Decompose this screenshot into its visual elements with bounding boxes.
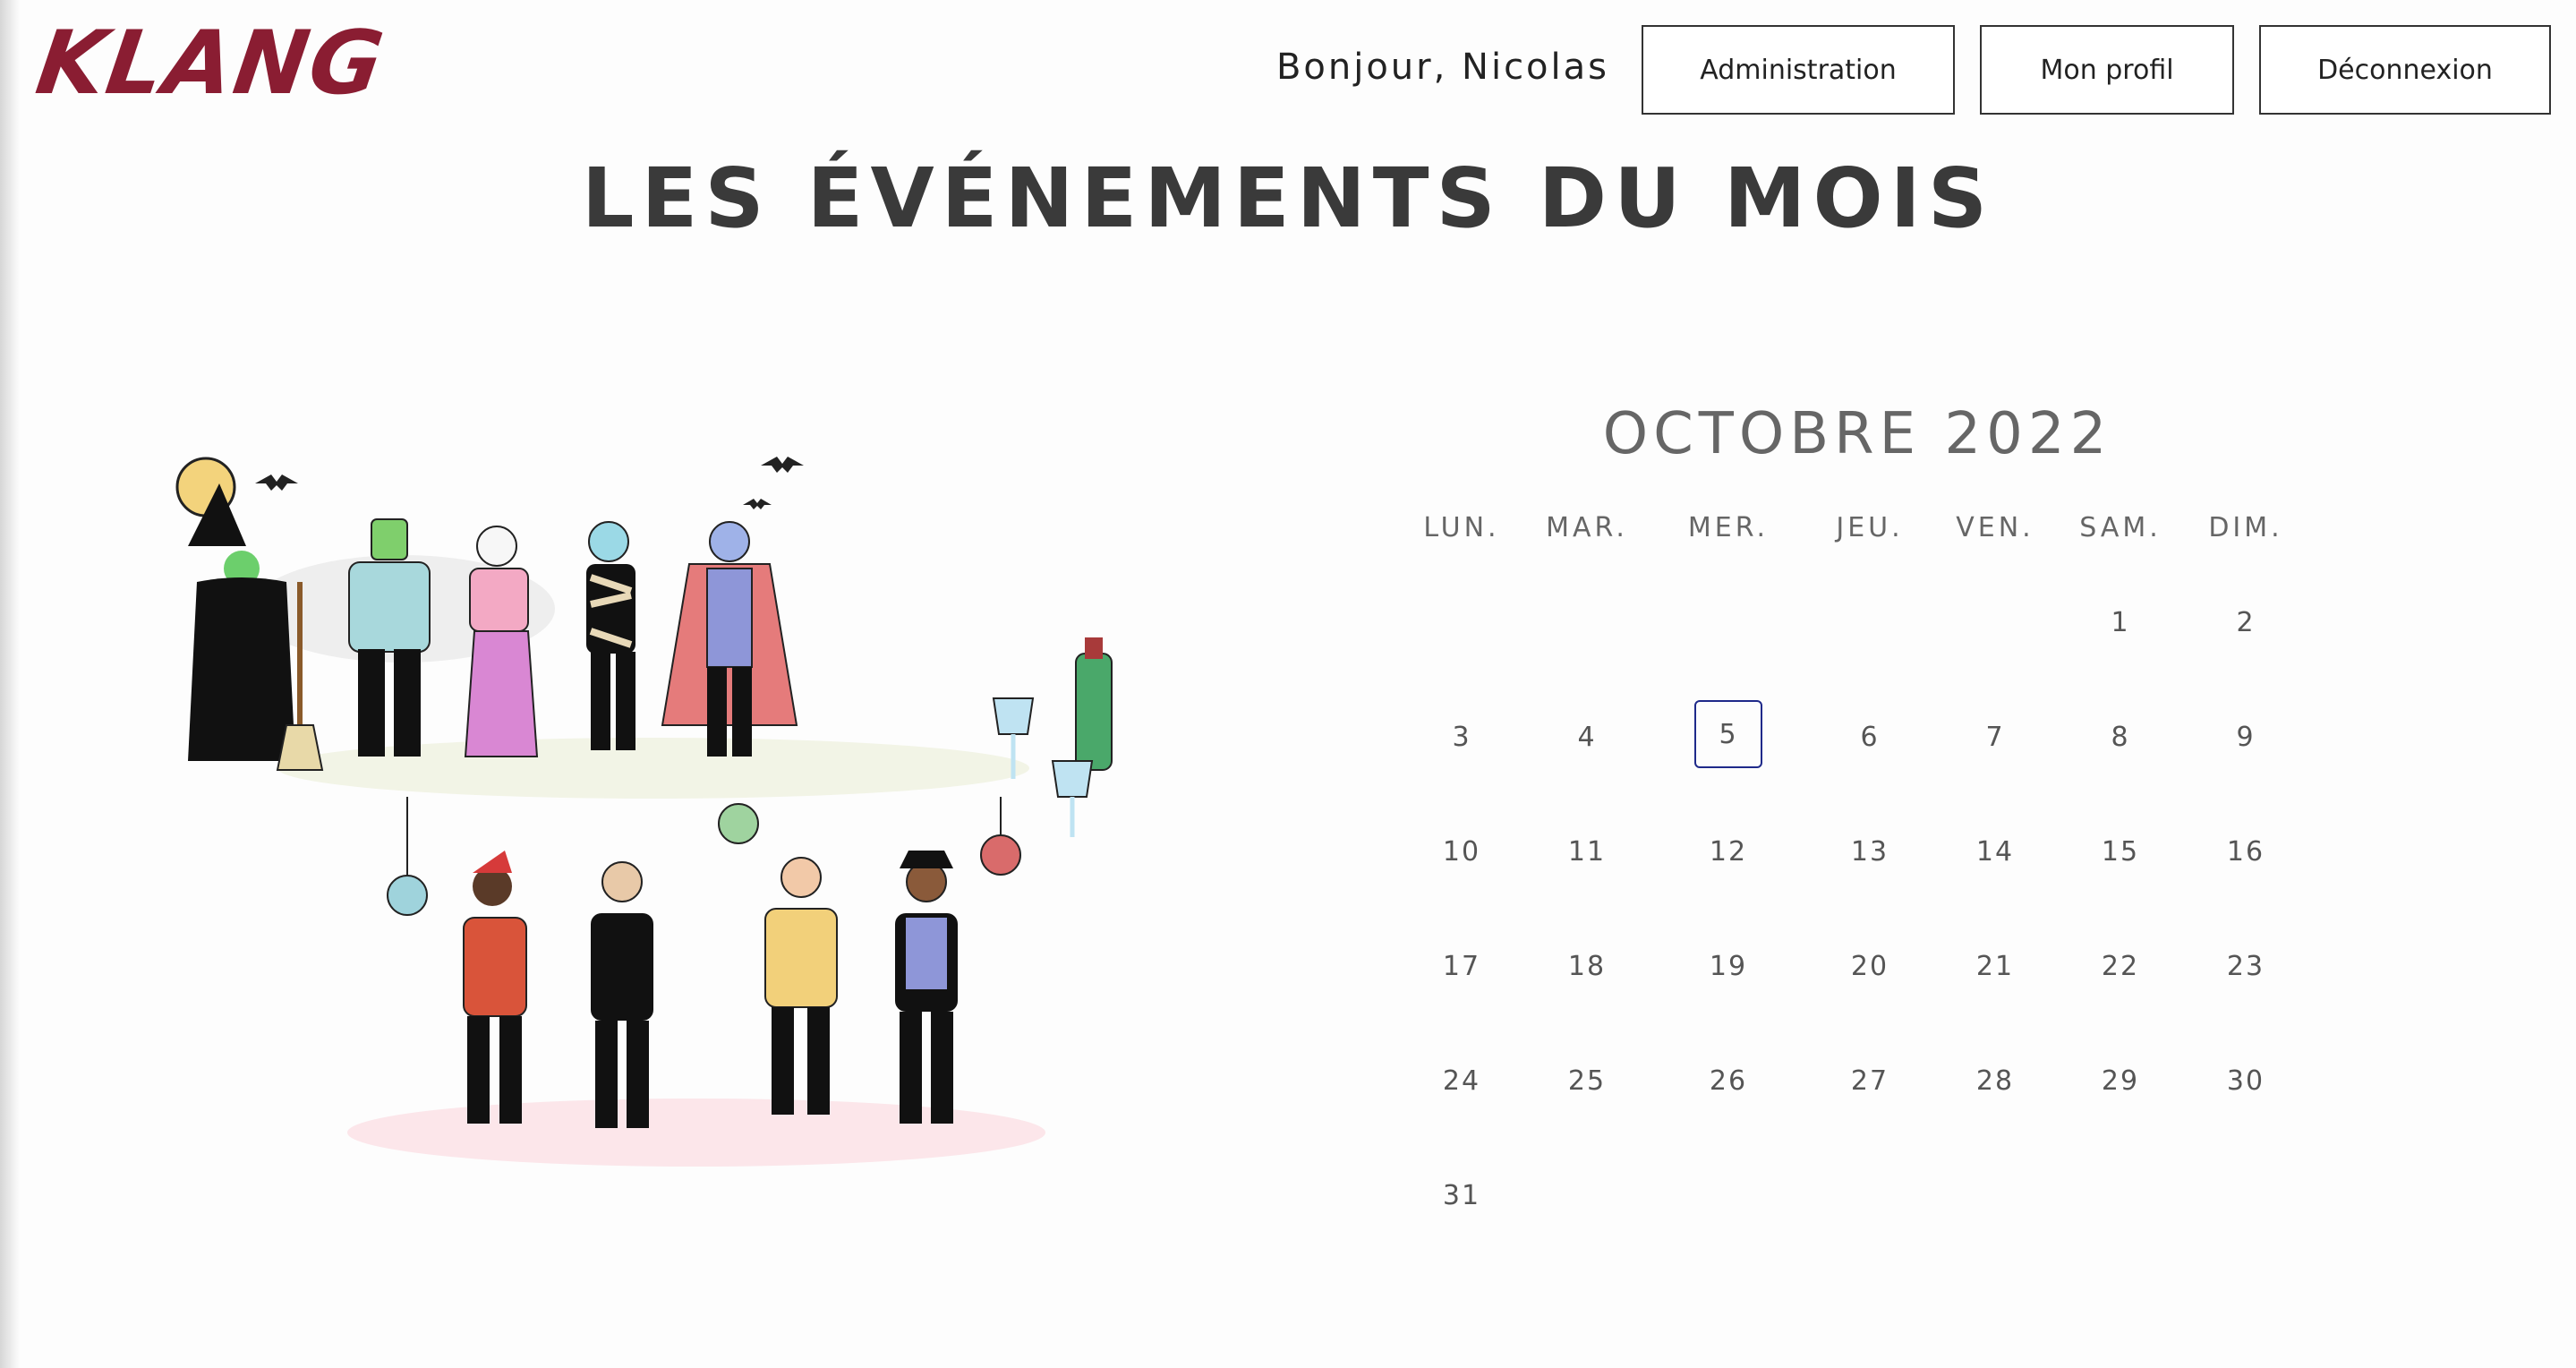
- weekday-header: DIM.: [2208, 512, 2283, 543]
- calendar-day[interactable]: 16: [2183, 836, 2308, 868]
- greeting-text: Bonjour, Nicolas: [1275, 47, 1609, 88]
- calendar-day[interactable]: 24: [1399, 1065, 1524, 1097]
- calendar-day-selected[interactable]: 5: [1694, 700, 1762, 768]
- calendar-day[interactable]: 2: [2183, 607, 2308, 638]
- calendar-day[interactable]: 1: [2058, 607, 2183, 638]
- calendar-day[interactable]: 9: [2183, 722, 2308, 753]
- calendar-day[interactable]: 4: [1524, 722, 1650, 753]
- page-title: LES ÉVÉNEMENTS DU MOIS: [581, 150, 1995, 246]
- calendar-day[interactable]: 14: [1932, 836, 2058, 868]
- calendar-day[interactable]: 23: [2183, 951, 2308, 982]
- calendar-day[interactable]: 10: [1399, 836, 1524, 868]
- calendar-day[interactable]: 27: [1807, 1065, 1932, 1097]
- administration-button[interactable]: Administration: [1642, 25, 1955, 115]
- calendar-day[interactable]: 6: [1807, 722, 1932, 753]
- weekday-header: JEU.: [1836, 512, 1904, 543]
- klang-logo[interactable]: KLANG: [30, 13, 391, 115]
- deconnexion-button[interactable]: Déconnexion: [2259, 25, 2551, 115]
- calendar-day[interactable]: 11: [1524, 836, 1650, 868]
- calendar-day[interactable]: 12: [1666, 836, 1791, 868]
- calendar-day[interactable]: 30: [2183, 1065, 2308, 1097]
- party-illustration: [175, 457, 1113, 1167]
- calendar-month-title: OCTOBRE 2022: [1602, 401, 2112, 467]
- calendar-day[interactable]: 7: [1932, 722, 2058, 753]
- calendar-day[interactable]: 29: [2058, 1065, 2183, 1097]
- weekday-header: MER.: [1687, 512, 1770, 543]
- calendar-day[interactable]: 17: [1399, 951, 1524, 982]
- calendar-day[interactable]: 15: [2058, 836, 2183, 868]
- calendar-day[interactable]: 25: [1524, 1065, 1650, 1097]
- weekday-header: SAM.: [2079, 512, 2162, 543]
- calendar-day[interactable]: 8: [2058, 722, 2183, 753]
- calendar-day[interactable]: 18: [1524, 951, 1650, 982]
- weekday-header: MAR.: [1546, 512, 1628, 543]
- calendar-day[interactable]: 31: [1399, 1180, 1524, 1211]
- calendar-day[interactable]: 13: [1807, 836, 1932, 868]
- calendar-day[interactable]: 22: [2058, 951, 2183, 982]
- calendar-day[interactable]: 19: [1666, 951, 1791, 982]
- calendar-day[interactable]: 21: [1932, 951, 2058, 982]
- mon-profil-button[interactable]: Mon profil: [1980, 25, 2234, 115]
- weekday-header: VEN.: [1956, 512, 2034, 543]
- calendar-day[interactable]: 3: [1399, 722, 1524, 753]
- calendar-day[interactable]: 26: [1666, 1065, 1791, 1097]
- calendar-day[interactable]: 20: [1807, 951, 1932, 982]
- calendar-day[interactable]: 28: [1932, 1065, 2058, 1097]
- weekday-header: LUN.: [1423, 512, 1500, 543]
